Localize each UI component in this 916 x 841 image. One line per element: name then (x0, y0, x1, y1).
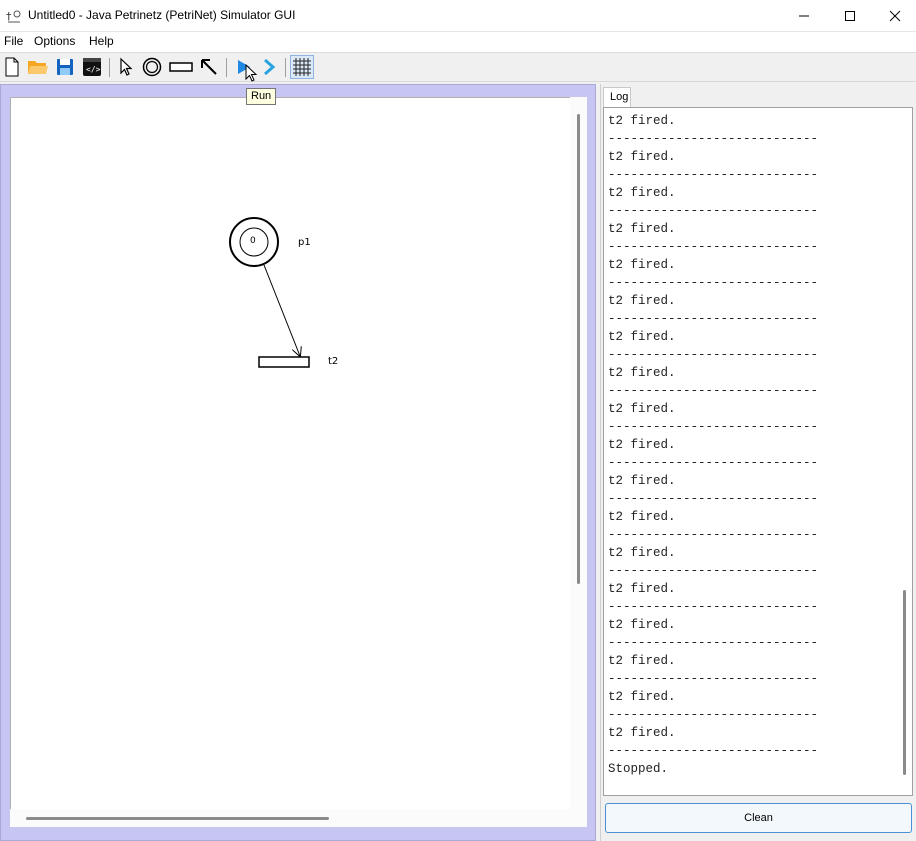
place-tokens: 0 (250, 236, 256, 246)
close-button[interactable] (872, 0, 916, 32)
log-entry: t2 fired. (608, 690, 676, 704)
log-entry: t2 fired. (608, 654, 676, 668)
step-chevron-icon (264, 58, 276, 76)
log-separator: ---------------------------- (608, 744, 819, 758)
place-tool[interactable] (140, 55, 164, 79)
log-separator: ---------------------------- (608, 168, 819, 182)
transition-rect-icon (169, 62, 193, 72)
menu-bar: File Options Help (0, 32, 916, 52)
source-button[interactable]: </> (80, 55, 104, 79)
toolbar-separator (109, 58, 110, 77)
close-icon (889, 10, 901, 22)
canvas-vertical-scroll-thumb[interactable] (577, 114, 580, 584)
log-entry: t2 fired. (608, 222, 676, 236)
transition-tool[interactable] (169, 55, 193, 79)
toolbar-separator (285, 58, 286, 77)
window-title: Untitled0 - Java Petrinetz (PetriNet) Si… (28, 8, 296, 22)
log-entry: t2 fired. (608, 618, 676, 632)
log-separator: ---------------------------- (608, 456, 819, 470)
mouse-cursor-icon (245, 64, 258, 82)
log-lines: t2 fired. ---------------------------- t2 … (608, 112, 818, 778)
log-separator: ---------------------------- (608, 672, 819, 686)
select-tool[interactable] (114, 55, 138, 79)
canvas-horizontal-scroll-thumb[interactable] (26, 817, 329, 820)
log-entry: t2 fired. (608, 726, 676, 740)
log-separator: ---------------------------- (608, 528, 819, 542)
log-entry: t2 fired. (608, 510, 676, 524)
log-output[interactable]: t2 fired. ---------------------------- t2 … (603, 107, 913, 796)
minimize-icon (799, 15, 809, 17)
place-label: p1 (298, 237, 311, 248)
arc-arrow-icon (201, 59, 217, 75)
toolbar: </> (0, 52, 916, 82)
toolbar-separator (226, 58, 227, 77)
log-separator: ---------------------------- (608, 708, 819, 722)
log-final-line: Stopped. (608, 762, 669, 776)
log-vertical-scroll-thumb[interactable] (903, 590, 906, 775)
log-entry: t2 fired. (608, 294, 676, 308)
log-entry: t2 fired. (608, 546, 676, 560)
log-entry: t2 fired. (608, 258, 676, 272)
log-entry: t2 fired. (608, 438, 676, 452)
log-entry: t2 fired. (608, 150, 676, 164)
place-circle-icon (142, 57, 162, 77)
minimize-button[interactable] (781, 0, 827, 32)
arc-tool[interactable] (197, 55, 221, 79)
select-pointer-icon (120, 57, 133, 76)
svg-text:</>: </> (86, 65, 101, 74)
maximize-icon (845, 11, 855, 21)
save-icon (57, 59, 73, 75)
log-separator: ---------------------------- (608, 276, 819, 290)
grid-icon (293, 58, 311, 76)
log-entry: t2 fired. (608, 330, 676, 344)
log-entry: t2 fired. (608, 186, 676, 200)
new-file-icon (5, 57, 19, 77)
log-separator: ---------------------------- (608, 420, 819, 434)
title-bar: † Untitled0 - Java Petrinetz (PetriNet) … (0, 0, 916, 32)
log-entry: t2 fired. (608, 114, 676, 128)
log-separator: ---------------------------- (608, 384, 819, 398)
log-separator: ---------------------------- (608, 600, 819, 614)
log-separator: ---------------------------- (608, 492, 819, 506)
code-icon: </> (83, 58, 101, 76)
transition-label: t2 (328, 356, 339, 367)
maximize-button[interactable] (827, 0, 873, 32)
log-entry: t2 fired. (608, 402, 676, 416)
log-entry: t2 fired. (608, 366, 676, 380)
svg-text:†: † (6, 10, 12, 23)
step-button[interactable] (257, 55, 281, 79)
open-folder-icon (28, 61, 48, 74)
log-separator: ---------------------------- (608, 564, 819, 578)
log-entry: t2 fired. (608, 474, 676, 488)
clean-button[interactable]: Clean (605, 803, 912, 833)
menu-help[interactable]: Help (89, 34, 114, 48)
menu-options[interactable]: Options (34, 34, 75, 48)
log-separator: ---------------------------- (608, 636, 819, 650)
grid-toggle[interactable] (290, 55, 314, 79)
new-button[interactable] (0, 55, 24, 79)
save-button[interactable] (53, 55, 77, 79)
tab-log[interactable]: Log (603, 87, 631, 107)
log-separator: ---------------------------- (608, 132, 819, 146)
app-icon: † (6, 10, 21, 23)
log-separator: ---------------------------- (608, 240, 819, 254)
log-separator: ---------------------------- (608, 348, 819, 362)
menu-file[interactable]: File (4, 34, 23, 48)
petri-net-canvas[interactable] (10, 97, 570, 809)
log-entry: t2 fired. (608, 582, 676, 596)
run-tooltip: Run (246, 88, 277, 105)
open-button[interactable] (26, 55, 50, 79)
log-separator: ---------------------------- (608, 204, 819, 218)
log-separator: ---------------------------- (608, 312, 819, 326)
